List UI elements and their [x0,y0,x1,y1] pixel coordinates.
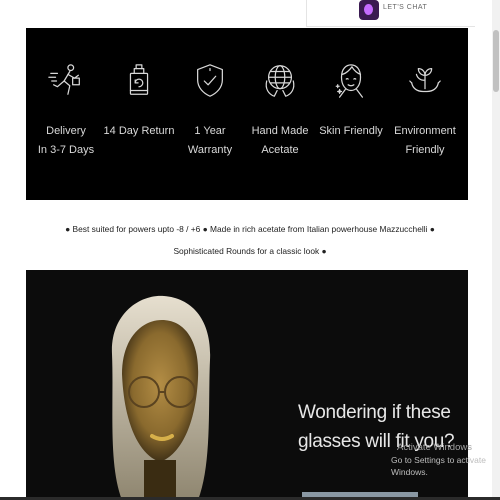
scrollbar-thumb[interactable] [493,30,499,92]
delivery-runner-icon [48,64,80,95]
plant-hands-icon [409,68,441,93]
feature-line1: Skin Friendly [319,125,383,137]
watermark-title: Activate Windows [397,442,472,453]
feature-line2: Acetate [261,144,299,156]
feature-line2: In 3-7 Days [37,144,95,156]
feature-line2: Warranty [187,144,233,156]
chat-widget[interactable]: LET'S CHAT [306,0,475,27]
feature-warranty: 1 Year Warranty [174,62,246,160]
chat-app-icon[interactable] [359,0,379,20]
feature-return: 14 Day Return [103,62,175,141]
feature-skin: Skin Friendly [315,62,387,141]
feature-line1: Environment [394,125,456,137]
highlights-line1: ● Best suited for powers upto -8 / +6 ● … [65,224,435,256]
feature-handmade: Hand Made Acetate [244,62,316,160]
feature-environment: Environment Friendly [389,62,461,160]
return-box-icon [129,64,149,95]
chat-label[interactable]: LET'S CHAT [383,4,427,11]
feature-line1: 1 Year [194,125,226,137]
hands-globe-icon [265,65,295,97]
windows-activation-watermark: Activate Windows Go to Settings to activ… [391,442,500,478]
page-scrollbar[interactable] [492,0,500,500]
model-portrait [111,295,211,500]
feature-line1: Delivery [46,125,86,137]
feature-line1: 14 Day Return [103,125,175,137]
watermark-subtitle: Go to Settings to activate Windows. [391,455,486,477]
face-sparkle-icon [335,64,364,98]
shield-check-icon [197,64,223,97]
feature-line2: Friendly [405,144,445,156]
features-panel: Delivery In 3-7 Days 14 Day Return 1 Yea… [26,28,468,200]
feature-delivery: Delivery In 3-7 Days [30,62,102,160]
try-on-heading-line1: Wondering if these [298,402,451,423]
feature-line1: Hand Made [251,125,309,137]
